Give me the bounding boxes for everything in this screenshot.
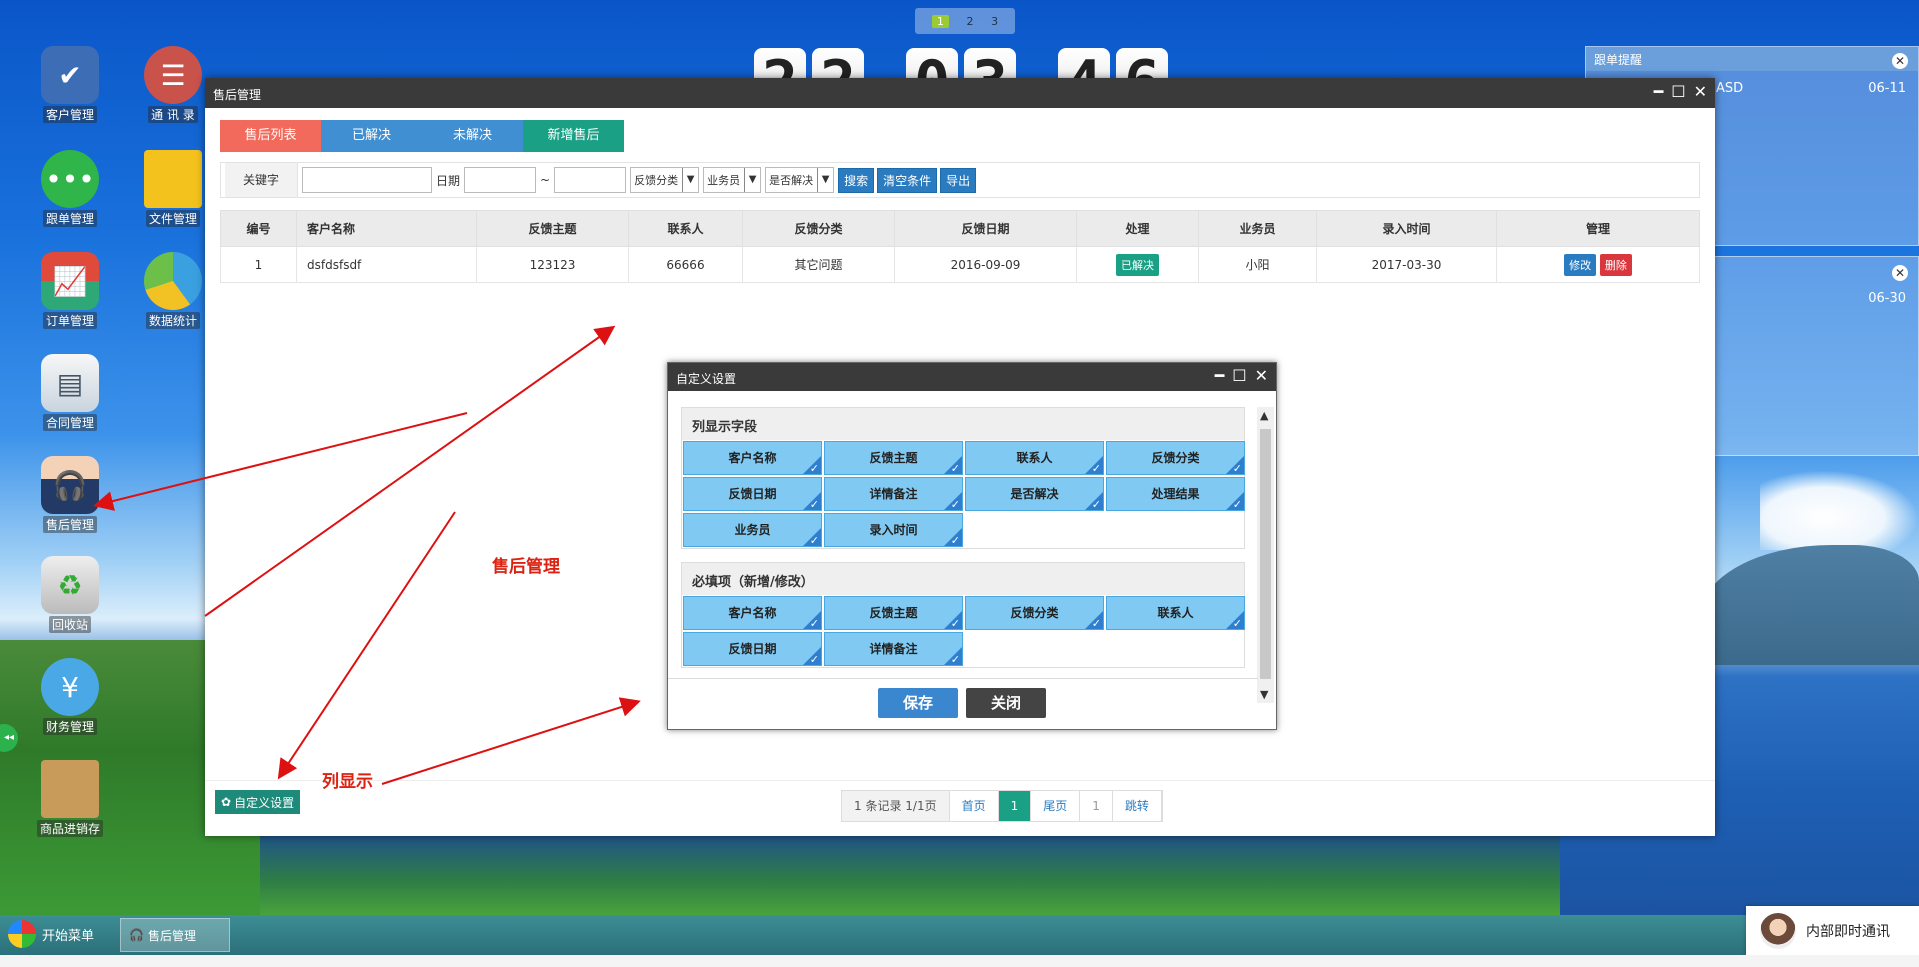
annotation-arrows [93, 325, 641, 785]
check-icon: ✓ [809, 498, 819, 511]
check-icon: ✓ [809, 653, 819, 666]
check-icon: ✓ [1091, 617, 1101, 630]
annotation-arrow [381, 697, 641, 785]
taskbar: 开始菜单 🎧 售后管理 [0, 915, 1919, 955]
annotation-label: 售后管理 [492, 557, 560, 577]
check-icon: ✓ [1091, 498, 1101, 511]
taskbar-item-after-sales[interactable]: 🎧 售后管理 [120, 918, 230, 952]
annotation-arrow [93, 412, 468, 511]
avatar [1760, 913, 1796, 949]
check-icon: ✓ [1232, 462, 1242, 475]
check-icon: ✓ [1091, 462, 1101, 475]
support-agent-icon: 🎧 [129, 928, 144, 942]
check-icon: ✓ [1232, 617, 1242, 630]
check-icon: ✓ [809, 462, 819, 475]
check-icon: ✓ [950, 617, 960, 630]
windows-logo-icon [8, 920, 36, 948]
instant-messaging-widget[interactable]: 内部即时通讯 [1746, 906, 1919, 956]
start-menu-button[interactable]: 开始菜单 [8, 920, 94, 948]
check-icon: ✓ [950, 462, 960, 475]
annotation-label: 列显示 [322, 772, 373, 792]
system-tray-strip [0, 955, 1919, 967]
check-icon: ✓ [809, 617, 819, 630]
check-icon: ✓ [950, 534, 960, 547]
check-icon: ✓ [950, 498, 960, 511]
check-icon: ✓ [950, 653, 960, 666]
annotation-arrow [277, 511, 456, 780]
check-icon: ✓ [809, 534, 819, 547]
check-icon: ✓ [1232, 498, 1242, 511]
